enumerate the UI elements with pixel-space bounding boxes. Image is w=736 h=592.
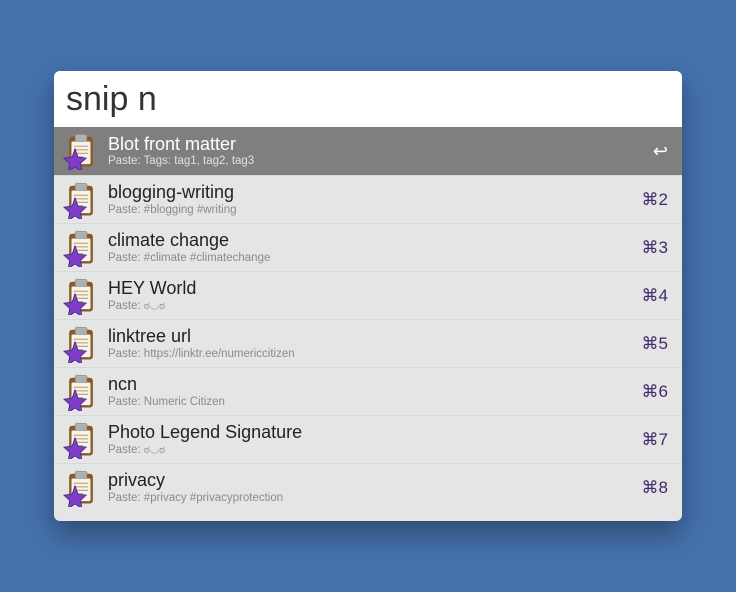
shortcut-label: ⌘6 bbox=[642, 382, 668, 402]
result-title: linktree url bbox=[108, 326, 632, 347]
result-row[interactable]: linktree urlPaste: https://linktr.ee/num… bbox=[54, 319, 682, 367]
clipboard-snippet-icon bbox=[62, 277, 100, 315]
result-row[interactable]: climate changePaste: #climate #climatech… bbox=[54, 223, 682, 271]
result-text: HEY WorldPaste: ಠ◡ಠ bbox=[108, 278, 632, 313]
search-bar bbox=[54, 71, 682, 127]
result-subtitle: Paste: #blogging #writing bbox=[108, 204, 632, 217]
result-row[interactable]: Blot front matterPaste: Tags: tag1, tag2… bbox=[54, 127, 682, 175]
result-title: HEY World bbox=[108, 278, 632, 299]
result-subtitle: Paste: #privacy #privacyprotection bbox=[108, 492, 632, 505]
result-title: blogging-writing bbox=[108, 182, 632, 203]
clipboard-snippet-icon bbox=[62, 132, 100, 170]
clipboard-snippet-icon bbox=[62, 469, 100, 507]
shortcut-label: ⌘4 bbox=[642, 286, 668, 306]
clipboard-snippet-icon bbox=[62, 469, 100, 507]
results-list: Blot front matterPaste: Tags: tag1, tag2… bbox=[54, 127, 682, 521]
result-row[interactable]: privacyPaste: #privacy #privacyprotectio… bbox=[54, 463, 682, 511]
clipboard-snippet-icon bbox=[62, 229, 100, 267]
clipboard-snippet-icon bbox=[62, 277, 100, 315]
enter-icon: ↩ bbox=[653, 141, 668, 162]
shortcut-label: ⌘7 bbox=[642, 430, 668, 450]
clipboard-snippet-icon bbox=[62, 373, 100, 411]
result-row[interactable]: HEY WorldPaste: ಠ◡ಠ ⌘4 bbox=[54, 271, 682, 319]
shortcut-label: ⌘3 bbox=[642, 238, 668, 258]
result-text: Blot front matterPaste: Tags: tag1, tag2… bbox=[108, 134, 643, 169]
result-text: ncnPaste: Numeric Citizen bbox=[108, 374, 632, 409]
launcher-panel: Blot front matterPaste: Tags: tag1, tag2… bbox=[54, 71, 682, 521]
result-text: linktree urlPaste: https://linktr.ee/num… bbox=[108, 326, 632, 361]
result-row[interactable]: Photo Legend SignaturePaste: ಠ◡ಠ ⌘7 bbox=[54, 415, 682, 463]
result-title: Photo Legend Signature bbox=[108, 422, 632, 443]
shortcut-label: ⌘2 bbox=[642, 190, 668, 210]
shortcut-label: ⌘5 bbox=[642, 334, 668, 354]
result-subtitle: Paste: #climate #climatechange bbox=[108, 252, 632, 265]
shortcut-label: ⌘8 bbox=[642, 478, 668, 498]
result-subtitle: Paste: Numeric Citizen bbox=[108, 396, 632, 409]
clipboard-snippet-icon bbox=[62, 181, 100, 219]
clipboard-snippet-icon bbox=[62, 132, 100, 170]
result-subtitle: Paste: ಠ◡ಠ bbox=[108, 300, 632, 313]
result-title: Blot front matter bbox=[108, 134, 643, 155]
clipboard-snippet-icon bbox=[62, 421, 100, 459]
result-title: climate change bbox=[108, 230, 632, 251]
result-text: blogging-writingPaste: #blogging #writin… bbox=[108, 182, 632, 217]
result-text: privacyPaste: #privacy #privacyprotectio… bbox=[108, 470, 632, 505]
clipboard-snippet-icon bbox=[62, 373, 100, 411]
clipboard-snippet-icon bbox=[62, 181, 100, 219]
result-row[interactable]: ncnPaste: Numeric Citizen ⌘6 bbox=[54, 367, 682, 415]
search-input[interactable] bbox=[66, 80, 670, 119]
result-subtitle: Paste: ಠ◡ಠ bbox=[108, 444, 632, 457]
clipboard-snippet-icon bbox=[62, 229, 100, 267]
result-title: ncn bbox=[108, 374, 632, 395]
clipboard-snippet-icon bbox=[62, 325, 100, 363]
result-text: Photo Legend SignaturePaste: ಠ◡ಠ bbox=[108, 422, 632, 457]
result-subtitle: Paste: https://linktr.ee/numericcitizen bbox=[108, 348, 632, 361]
result-text: climate changePaste: #climate #climatech… bbox=[108, 230, 632, 265]
clipboard-snippet-icon bbox=[62, 421, 100, 459]
result-subtitle: Paste: Tags: tag1, tag2, tag3 bbox=[108, 155, 643, 168]
result-title: privacy bbox=[108, 470, 632, 491]
clipboard-snippet-icon bbox=[62, 325, 100, 363]
result-row[interactable]: blogging-writingPaste: #blogging #writin… bbox=[54, 175, 682, 223]
